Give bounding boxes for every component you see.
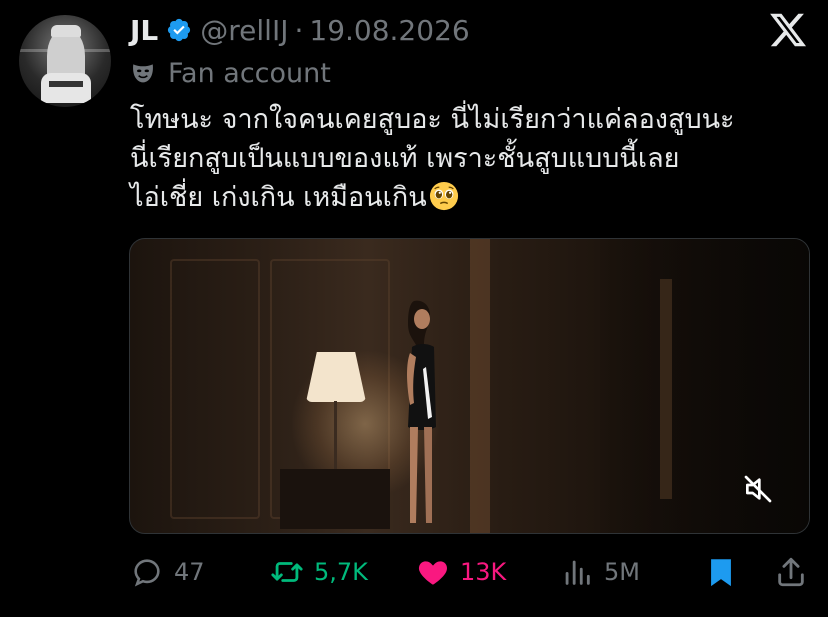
repost-button[interactable]: 5,7K	[270, 552, 368, 592]
like-button[interactable]: 13K	[416, 552, 506, 592]
wood-sheen	[660, 279, 672, 499]
separator: ·	[294, 13, 304, 47]
lamp-stem	[334, 401, 337, 471]
avatar-shirt-print	[49, 81, 83, 87]
avatar-cap	[51, 25, 81, 37]
heart-icon	[418, 561, 448, 585]
views-icon	[565, 560, 590, 585]
reply-count: 47	[174, 558, 205, 586]
shadow-area	[600, 239, 809, 533]
account-label-text: Fan account	[168, 57, 331, 89]
x-logo-icon	[770, 13, 807, 47]
bookmark-icon	[711, 559, 731, 587]
like-count: 13K	[460, 558, 507, 586]
tweet-date[interactable]: 19.08.2026	[309, 14, 469, 47]
tweet-header: JL @rellIJ · 19.08.2026	[130, 10, 470, 50]
video-player[interactable]	[129, 238, 810, 534]
reply-button[interactable]: 47	[130, 552, 205, 592]
wall-panel	[170, 259, 260, 519]
share-icon	[778, 557, 804, 587]
mask-icon	[133, 64, 153, 83]
verified-badge-icon	[168, 18, 191, 42]
mute-icon[interactable]	[742, 473, 774, 505]
woman-figure	[407, 300, 436, 523]
side-table	[280, 469, 390, 529]
avatar-shirt	[41, 73, 91, 103]
avatar[interactable]	[19, 15, 111, 107]
repost-icon	[271, 562, 303, 582]
bookmark-button[interactable]	[704, 552, 738, 592]
views-button[interactable]: 5M	[560, 552, 640, 592]
reply-icon	[134, 559, 160, 587]
pleading-face-emoji-icon	[429, 181, 458, 211]
repost-count: 5,7K	[314, 558, 368, 586]
views-count: 5M	[604, 558, 640, 586]
author-name[interactable]: JL	[130, 14, 158, 47]
tweet-text: โทษนะ จากใจคนเคยสูบอะ นี่ไม่เรียกว่าแค่ล…	[130, 100, 820, 217]
share-button[interactable]	[774, 552, 808, 592]
action-bar: 47 5,7K 13K 5M	[130, 552, 810, 592]
author-handle[interactable]: @rellIJ	[200, 14, 288, 47]
account-label: Fan account	[130, 56, 331, 90]
doorframe	[470, 239, 490, 533]
